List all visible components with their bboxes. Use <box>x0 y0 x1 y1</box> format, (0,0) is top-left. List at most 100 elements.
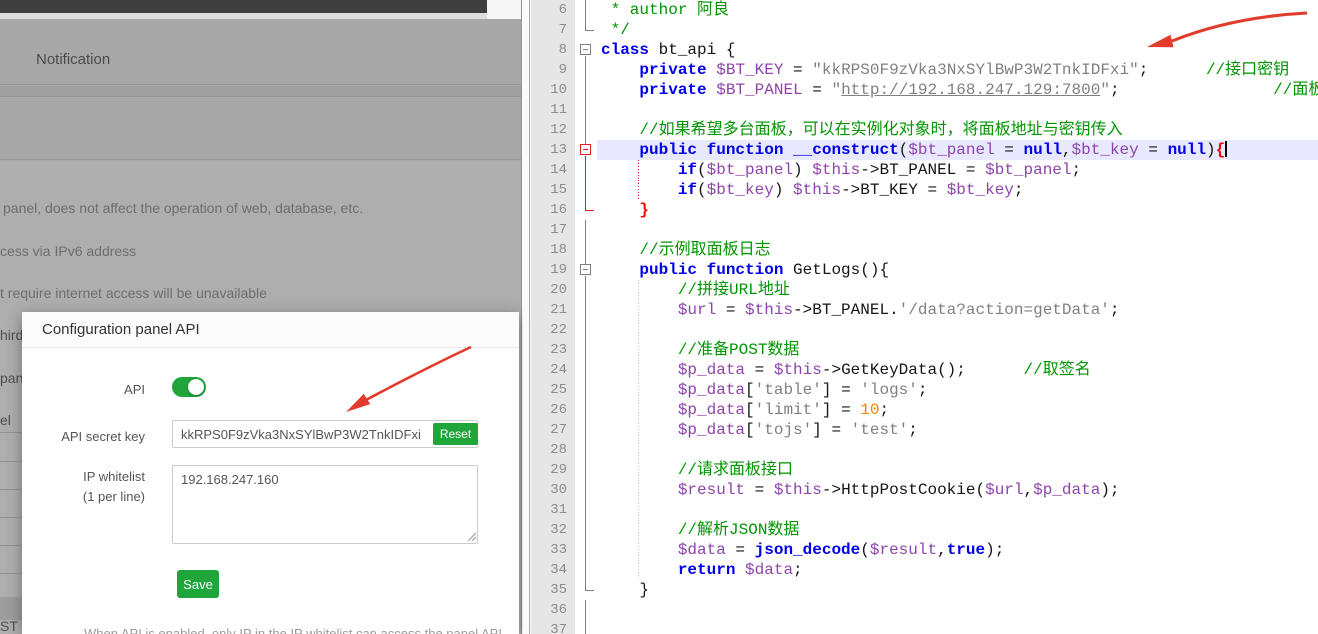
fold-toggle-icon[interactable] <box>580 144 591 155</box>
indent-guide <box>638 520 639 540</box>
code-text: $data = json_decode($result,true); <box>597 540 1318 560</box>
ip-whitelist-textarea[interactable]: 192.168.247.160 <box>172 465 478 544</box>
fold-margin <box>575 580 597 600</box>
fold-margin <box>575 100 597 120</box>
code-line: 21 $url = $this->BT_PANEL.'/data?action=… <box>531 300 1318 320</box>
code-line: 27 $p_data['tojs'] = 'test'; <box>531 420 1318 440</box>
api-toggle[interactable] <box>172 377 206 397</box>
line-number: 28 <box>531 440 575 460</box>
settings-card <box>0 98 521 160</box>
indent-guide <box>638 280 639 300</box>
fold-margin <box>575 520 597 540</box>
line-number: 11 <box>531 100 575 120</box>
code-line: 15 if($bt_key) $this->BT_KEY = $bt_key; <box>531 180 1318 200</box>
indent-guide <box>638 300 639 320</box>
background-text-fragment: el <box>0 412 11 428</box>
line-number: 21 <box>531 300 575 320</box>
fold-toggle-icon[interactable] <box>580 264 591 275</box>
line-number: 37 <box>531 620 575 634</box>
line-number: 14 <box>531 160 575 180</box>
indent-guide <box>638 440 639 460</box>
api-label: API <box>124 382 145 397</box>
ip-whitelist-label: IP whitelist <box>83 469 145 484</box>
line-number: 9 <box>531 60 575 80</box>
line-number: 8 <box>531 40 575 60</box>
line-number: 29 <box>531 460 575 480</box>
code-text: //示例取面板日志 <box>639 241 771 259</box>
dialog-footnote: When API is enabled, only IP in the IP w… <box>84 626 502 634</box>
window-separator <box>523 0 530 634</box>
code-line: 34 return $data; <box>531 560 1318 580</box>
code-text: $p_data['table'] = 'logs'; <box>597 380 1318 400</box>
save-button[interactable]: Save <box>177 570 219 598</box>
table-row-divider <box>0 545 22 546</box>
fold-margin <box>575 620 597 634</box>
line-number: 32 <box>531 520 575 540</box>
browser-top-bar <box>0 0 487 13</box>
code-text: $url = $this->BT_PANEL.'/data?action=get… <box>597 300 1318 320</box>
reset-button[interactable]: Reset <box>433 423 478 445</box>
code-text: //如果希望多台面板，可以在实例化对象时，将面板地址与密钥传入 <box>639 121 1123 139</box>
line-number: 20 <box>531 280 575 300</box>
code-line: 29 //请求面板接口 <box>531 460 1318 480</box>
fold-margin <box>575 380 597 400</box>
line-number: 15 <box>531 180 575 200</box>
fold-toggle-icon[interactable] <box>580 44 591 55</box>
code-editor[interactable]: 6 * author 阿良 7 */ 8 class bt_api { 9 privat… <box>531 0 1318 634</box>
code-line: 30 $result = $this->HttpPostCookie($url,… <box>531 480 1318 500</box>
indent-guide <box>638 320 639 340</box>
fold-margin <box>575 360 597 380</box>
background-text-line: panel, does not affect the operation of … <box>3 200 364 216</box>
code-line: 6 * author 阿良 <box>531 0 1318 20</box>
fold-margin <box>575 60 597 80</box>
fold-margin <box>575 240 597 260</box>
line-number: 22 <box>531 320 575 340</box>
screen: Notification panel, does not affect the … <box>0 0 1318 634</box>
ip-whitelist-sublabel: (1 per line) <box>82 489 145 504</box>
fold-margin <box>575 460 597 480</box>
code-line: 10 private $BT_PANEL = "http://192.168.2… <box>531 80 1318 100</box>
fold-margin <box>575 140 597 160</box>
code-line: 11 <box>531 100 1318 120</box>
code-line: 12 //如果希望多台面板，可以在实例化对象时，将面板地址与密钥传入 <box>531 120 1318 140</box>
fold-margin <box>575 440 597 460</box>
code-text: class bt_api { <box>601 41 736 59</box>
code-text: return $data; <box>597 560 1318 580</box>
api-secret-key-label: API secret key <box>61 429 145 444</box>
code-line: 13 public function __construct($bt_panel… <box>531 140 1318 160</box>
indent-guide <box>638 400 639 420</box>
code-line: 26 $p_data['limit'] = 10; <box>531 400 1318 420</box>
code-line: 22 <box>531 320 1318 340</box>
code-line: 33 $data = json_decode($result,true); <box>531 540 1318 560</box>
line-number: 27 <box>531 420 575 440</box>
toggle-knob-icon <box>188 379 204 395</box>
fold-margin <box>575 120 597 140</box>
table-footer-band <box>0 597 22 620</box>
line-number: 12 <box>531 120 575 140</box>
fold-margin <box>575 600 597 620</box>
indent-guide <box>638 380 639 400</box>
configuration-panel-api-dialog: Configuration panel API API API secret k… <box>22 312 519 634</box>
code-line: 14 if($bt_panel) $this->BT_PANEL = $bt_p… <box>531 160 1318 180</box>
code-text: public function GetLogs(){ <box>639 261 890 279</box>
line-number: 7 <box>531 20 575 40</box>
code-text: //请求面板接口 <box>597 460 1318 480</box>
fold-margin <box>575 160 597 180</box>
fold-margin <box>575 480 597 500</box>
code-line: 28 <box>531 440 1318 460</box>
code-line: 24 $p_data = $this->GetKeyData(); //取签名 <box>531 360 1318 380</box>
code-text: private $BT_KEY = "kkRPS0F9zVka3NxSYlBwP… <box>639 61 1290 79</box>
code-text: $p_data['limit'] = 10; <box>597 400 1318 420</box>
indent-guide <box>638 360 639 380</box>
line-number: 30 <box>531 480 575 500</box>
fold-margin <box>575 560 597 580</box>
code-line: 23 //准备POST数据 <box>531 340 1318 360</box>
code-text: */ <box>601 21 630 39</box>
code-line: 37 <box>531 620 1318 634</box>
dialog-title: Configuration panel API <box>42 321 200 338</box>
indent-guide <box>638 500 639 520</box>
line-number: 19 <box>531 260 575 280</box>
